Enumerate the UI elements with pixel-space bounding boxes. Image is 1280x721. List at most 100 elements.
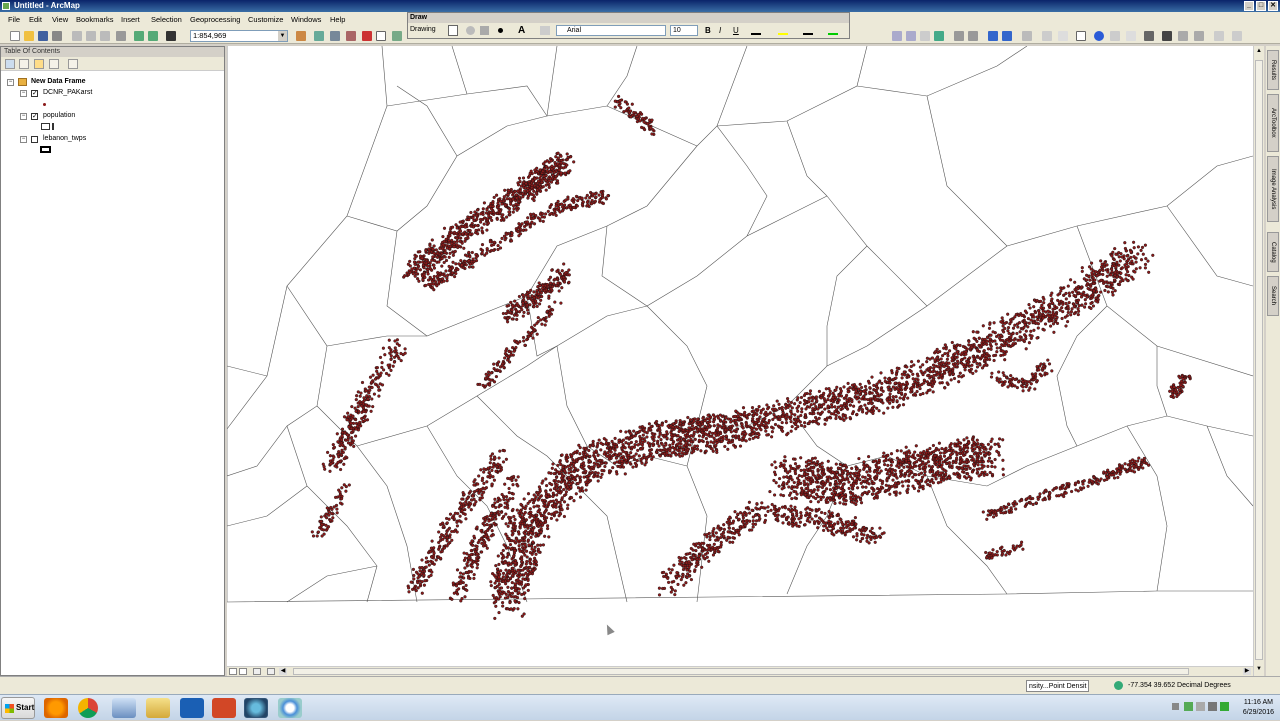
karst-point [539,520,543,525]
list-by-source-icon[interactable] [19,59,29,69]
expand-layer-icon[interactable]: − [20,113,27,120]
delete-icon[interactable] [116,31,126,41]
redo-icon[interactable] [148,31,158,41]
list-by-selection-icon[interactable] [49,59,59,69]
full-extent-icon[interactable] [934,31,944,41]
karst-point [921,363,925,367]
karst-point [839,404,843,408]
create-viewer-icon[interactable] [1232,31,1242,41]
maximize-button[interactable]: □ [1256,1,1266,11]
add-data-icon[interactable] [166,31,176,41]
back-extent-icon[interactable] [988,31,998,41]
time-slider-icon[interactable] [1214,31,1224,41]
drawing-menu[interactable]: Drawing [410,26,436,33]
expand-layer-icon[interactable]: − [20,136,27,143]
expand-layer-icon[interactable]: − [20,90,27,97]
map-canvas[interactable] [226,45,1254,666]
chevron-down-icon[interactable]: ▼ [278,31,287,41]
map-display[interactable] [226,45,1254,666]
open-icon[interactable] [24,31,34,41]
menu-help[interactable]: Help [330,15,345,24]
measure-icon[interactable] [1144,31,1154,41]
menu-bookmarks[interactable]: Bookmarks [76,15,114,24]
model-builder-icon[interactable] [392,31,402,41]
search-window-icon[interactable] [346,31,356,41]
karst-point [503,501,507,505]
line-color-icon[interactable] [803,26,813,35]
map-scale-input[interactable]: 1:854,969 ▼ [190,30,288,42]
karst-point [553,502,557,506]
close-button[interactable]: ✕ [1268,1,1278,11]
fixed-zoom-out-icon[interactable] [968,31,978,41]
karst-point [649,452,653,456]
text-tool-icon[interactable]: A [518,25,525,36]
zoom-out-icon[interactable] [906,31,916,41]
karst-point [493,501,497,505]
copy-icon[interactable] [86,31,96,41]
karst-point [359,424,363,428]
find-route-icon[interactable] [1178,31,1188,41]
goto-xy-icon[interactable] [1194,31,1204,41]
edit-tool-icon[interactable] [1058,31,1068,41]
select-pointer-icon[interactable] [1076,31,1086,41]
clear-selection-icon[interactable] [1042,31,1052,41]
fill-color-icon[interactable] [778,26,788,35]
underline-button[interactable]: U [733,26,739,35]
layer-checkbox-lebanon[interactable] [31,136,38,143]
font-color-icon[interactable] [751,26,761,35]
karst-point [1106,290,1110,294]
karst-point [900,376,904,380]
menu-geoprocessing[interactable]: Geoprocessing [190,15,240,24]
layer-checkbox-dcnr[interactable]: ✓ [31,90,38,97]
bold-button[interactable]: B [705,26,711,35]
expand-frame-icon[interactable]: − [7,79,14,86]
menu-selection[interactable]: Selection [151,15,182,24]
toc-window-icon[interactable] [314,31,324,41]
font-size-select[interactable]: 10 [670,25,698,36]
layer-lebanon-twps[interactable]: lebanon_twps [43,135,86,142]
forward-extent-icon[interactable] [1002,31,1012,41]
menu-edit[interactable]: Edit [29,15,42,24]
toc-data-frame[interactable]: New Data Frame [31,78,85,85]
paste-icon[interactable] [100,31,110,41]
select-features-icon[interactable] [1022,31,1032,41]
cut-icon[interactable] [72,31,82,41]
edit-vertices-icon[interactable] [540,26,550,35]
layer-population[interactable]: population [43,112,75,119]
list-by-visibility-icon[interactable] [34,59,44,69]
menu-file[interactable]: File [8,15,20,24]
new-icon[interactable] [10,31,20,41]
zoom-to-elements-icon[interactable] [480,26,489,35]
font-select[interactable]: Arial [556,25,666,36]
menu-insert[interactable]: Insert [121,15,140,24]
marker-color-icon[interactable] [828,26,838,35]
minimize-button[interactable]: _ [1244,1,1254,11]
select-elements-icon[interactable] [448,25,458,36]
layer-dcnr-pakarst[interactable]: DCNR_PAKarst [43,89,92,96]
arctoolbox-icon[interactable] [362,31,372,41]
hyperlink-icon[interactable] [1110,31,1120,41]
karst-point [487,538,491,542]
identify-icon[interactable] [1094,31,1104,41]
layer-checkbox-population[interactable]: ✓ [31,113,38,120]
menu-windows[interactable]: Windows [291,15,321,24]
save-icon[interactable] [38,31,48,41]
toc-options-icon[interactable] [68,59,78,69]
html-popup-icon[interactable] [1126,31,1136,41]
python-window-icon[interactable] [376,31,386,41]
undo-icon[interactable] [134,31,144,41]
find-icon[interactable] [1162,31,1172,41]
list-by-drawing-order-icon[interactable] [5,59,15,69]
menu-view[interactable]: View [52,15,68,24]
karst-point [898,396,902,400]
point-tool-icon[interactable] [498,28,503,33]
print-icon[interactable] [52,31,62,41]
italic-button[interactable]: I [719,26,721,35]
editor-icon[interactable] [296,31,306,41]
fixed-zoom-in-icon[interactable] [954,31,964,41]
catalog-window-icon[interactable] [330,31,340,41]
zoom-in-icon[interactable] [892,31,902,41]
pan-icon[interactable] [920,31,930,41]
menu-customize[interactable]: Customize [248,15,283,24]
rotate-icon[interactable] [466,26,475,35]
